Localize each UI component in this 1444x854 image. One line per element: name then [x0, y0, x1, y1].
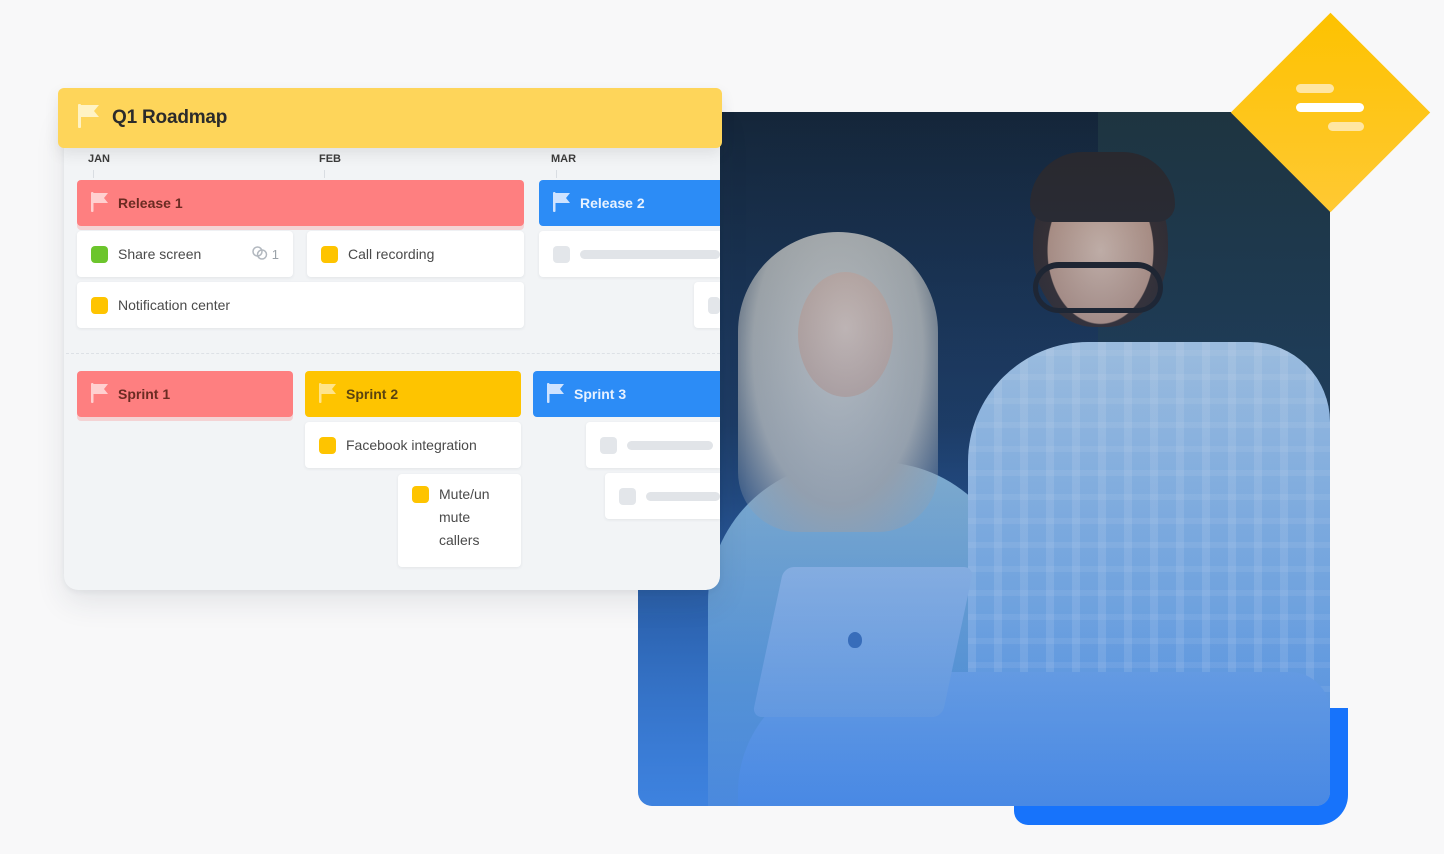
feature-label: Facebook integration	[346, 437, 477, 453]
status-indicator-placeholder	[553, 245, 570, 263]
release-bar-release-2[interactable]: Release 2	[539, 180, 720, 226]
month-tick	[324, 170, 325, 178]
feature-label: Call recording	[348, 246, 435, 262]
linked-items-count: 1	[251, 245, 279, 264]
status-indicator-placeholder	[619, 487, 636, 505]
month-label-jan: JAN	[88, 153, 111, 165]
roadmap-title: Q1 Roadmap	[112, 107, 228, 128]
month-tick	[556, 170, 557, 178]
status-indicator-yellow	[319, 436, 336, 454]
month-label-mar: MAR	[551, 153, 577, 165]
feature-label: Mute/un mute callers	[439, 486, 490, 548]
flag-icon	[78, 103, 100, 133]
sprint-bar-sprint-3[interactable]: Sprint 3	[533, 371, 720, 417]
feature-card-facebook-integration[interactable]: Facebook integration	[305, 422, 521, 468]
release-label: Release 1	[118, 195, 183, 211]
feature-card-placeholder[interactable]	[694, 282, 720, 328]
photo-blue-tint	[638, 112, 1330, 806]
roadmap-header[interactable]: Q1 Roadmap	[58, 88, 722, 148]
flag-icon	[553, 191, 571, 215]
placeholder-text-line	[580, 249, 720, 259]
flag-icon	[91, 191, 109, 215]
feature-card-call-recording[interactable]: Call recording	[307, 231, 524, 277]
placeholder-text-line	[646, 491, 720, 501]
feature-label: Notification center	[118, 297, 231, 313]
release-label: Release 2	[580, 195, 645, 211]
flag-icon	[319, 382, 337, 406]
feature-label: Share screen	[118, 246, 202, 262]
placeholder-text-line	[627, 440, 713, 450]
flag-icon	[547, 382, 565, 406]
status-indicator-green	[91, 245, 108, 263]
section-divider	[66, 353, 720, 354]
sprint-label: Sprint 1	[118, 386, 171, 402]
sprint-bar-sprint-2[interactable]: Sprint 2	[305, 371, 521, 417]
feature-card-placeholder[interactable]	[539, 231, 720, 277]
status-indicator-yellow	[91, 296, 108, 314]
sprint-bar-sprint-1[interactable]: Sprint 1	[77, 371, 293, 417]
status-indicator-placeholder	[600, 436, 617, 454]
feature-card-mute-unmute-callers[interactable]: Mute/un mute callers	[398, 474, 521, 567]
month-tick	[93, 170, 94, 178]
status-indicator-placeholder	[708, 296, 720, 314]
feature-card-notification-center[interactable]: Notification center	[77, 282, 524, 328]
status-indicator-yellow	[321, 245, 338, 263]
link-icon	[251, 245, 269, 264]
hero-photo	[638, 112, 1330, 806]
sprint-label: Sprint 3	[574, 386, 627, 402]
sprint-label: Sprint 2	[346, 386, 399, 402]
flag-icon	[91, 382, 109, 406]
feature-card-placeholder[interactable]	[605, 473, 720, 519]
feature-card-share-screen[interactable]: Share screen 1	[77, 231, 293, 277]
feature-card-placeholder[interactable]	[586, 422, 720, 468]
status-indicator-yellow	[412, 486, 429, 503]
release-bar-release-1[interactable]: Release 1	[77, 180, 524, 226]
month-label-feb: FEB	[319, 153, 341, 165]
roadmap-bars-logo-icon	[1296, 84, 1366, 138]
